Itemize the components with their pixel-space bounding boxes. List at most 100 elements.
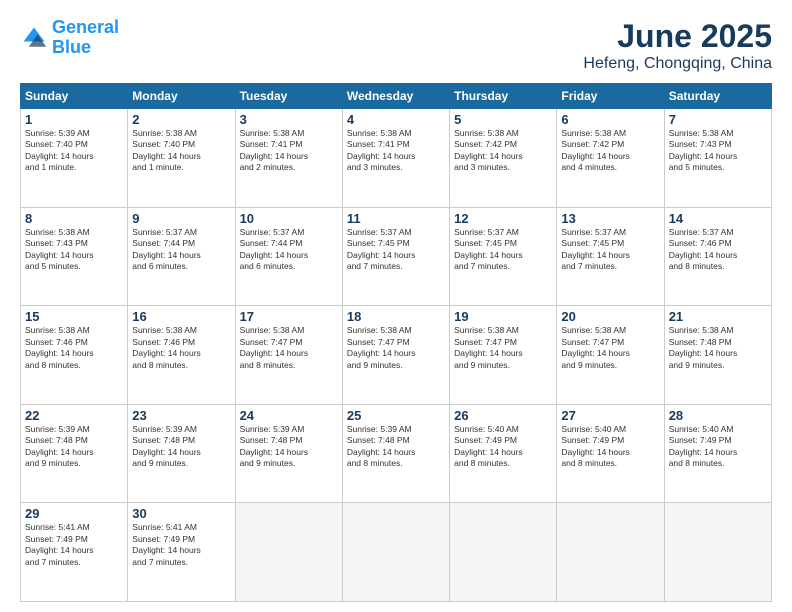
calendar-subtitle: Hefeng, Chongqing, China xyxy=(583,55,772,73)
day-number: 3 xyxy=(240,112,338,127)
day-info: Sunrise: 5:38 AMSunset: 7:46 PMDaylight:… xyxy=(132,325,230,371)
day-number: 23 xyxy=(132,408,230,423)
table-row: 18Sunrise: 5:38 AMSunset: 7:47 PMDayligh… xyxy=(342,306,449,405)
calendar-week-row: 29Sunrise: 5:41 AMSunset: 7:49 PMDayligh… xyxy=(21,503,772,602)
day-number: 18 xyxy=(347,309,445,324)
day-number: 4 xyxy=(347,112,445,127)
day-info: Sunrise: 5:38 AMSunset: 7:40 PMDaylight:… xyxy=(132,128,230,174)
table-row: 27Sunrise: 5:40 AMSunset: 7:49 PMDayligh… xyxy=(557,404,664,503)
table-row: 4Sunrise: 5:38 AMSunset: 7:41 PMDaylight… xyxy=(342,109,449,208)
table-row: 21Sunrise: 5:38 AMSunset: 7:48 PMDayligh… xyxy=(664,306,771,405)
table-row: 8Sunrise: 5:38 AMSunset: 7:43 PMDaylight… xyxy=(21,207,128,306)
table-row xyxy=(450,503,557,602)
day-info: Sunrise: 5:38 AMSunset: 7:47 PMDaylight:… xyxy=(454,325,552,371)
day-info: Sunrise: 5:37 AMSunset: 7:44 PMDaylight:… xyxy=(132,227,230,273)
logo: GeneralBlue xyxy=(20,18,119,58)
table-row: 20Sunrise: 5:38 AMSunset: 7:47 PMDayligh… xyxy=(557,306,664,405)
day-info: Sunrise: 5:39 AMSunset: 7:48 PMDaylight:… xyxy=(347,424,445,470)
day-number: 21 xyxy=(669,309,767,324)
table-row: 12Sunrise: 5:37 AMSunset: 7:45 PMDayligh… xyxy=(450,207,557,306)
day-info: Sunrise: 5:38 AMSunset: 7:47 PMDaylight:… xyxy=(561,325,659,371)
table-row xyxy=(342,503,449,602)
table-row xyxy=(235,503,342,602)
table-row: 16Sunrise: 5:38 AMSunset: 7:46 PMDayligh… xyxy=(128,306,235,405)
day-number: 22 xyxy=(25,408,123,423)
table-row xyxy=(664,503,771,602)
calendar-week-row: 8Sunrise: 5:38 AMSunset: 7:43 PMDaylight… xyxy=(21,207,772,306)
day-number: 30 xyxy=(132,506,230,521)
day-info: Sunrise: 5:37 AMSunset: 7:45 PMDaylight:… xyxy=(561,227,659,273)
day-number: 27 xyxy=(561,408,659,423)
day-info: Sunrise: 5:38 AMSunset: 7:43 PMDaylight:… xyxy=(25,227,123,273)
header-tuesday: Tuesday xyxy=(235,84,342,109)
table-row: 29Sunrise: 5:41 AMSunset: 7:49 PMDayligh… xyxy=(21,503,128,602)
table-row: 9Sunrise: 5:37 AMSunset: 7:44 PMDaylight… xyxy=(128,207,235,306)
table-row: 7Sunrise: 5:38 AMSunset: 7:43 PMDaylight… xyxy=(664,109,771,208)
header-friday: Friday xyxy=(557,84,664,109)
day-info: Sunrise: 5:38 AMSunset: 7:42 PMDaylight:… xyxy=(561,128,659,174)
table-row: 28Sunrise: 5:40 AMSunset: 7:49 PMDayligh… xyxy=(664,404,771,503)
header-wednesday: Wednesday xyxy=(342,84,449,109)
day-info: Sunrise: 5:40 AMSunset: 7:49 PMDaylight:… xyxy=(454,424,552,470)
day-info: Sunrise: 5:38 AMSunset: 7:43 PMDaylight:… xyxy=(669,128,767,174)
calendar-week-row: 1Sunrise: 5:39 AMSunset: 7:40 PMDaylight… xyxy=(21,109,772,208)
day-info: Sunrise: 5:37 AMSunset: 7:45 PMDaylight:… xyxy=(454,227,552,273)
weekday-header-row: Sunday Monday Tuesday Wednesday Thursday… xyxy=(21,84,772,109)
calendar-week-row: 15Sunrise: 5:38 AMSunset: 7:46 PMDayligh… xyxy=(21,306,772,405)
day-number: 13 xyxy=(561,211,659,226)
header-monday: Monday xyxy=(128,84,235,109)
day-info: Sunrise: 5:37 AMSunset: 7:45 PMDaylight:… xyxy=(347,227,445,273)
day-info: Sunrise: 5:38 AMSunset: 7:41 PMDaylight:… xyxy=(240,128,338,174)
header-thursday: Thursday xyxy=(450,84,557,109)
day-info: Sunrise: 5:37 AMSunset: 7:44 PMDaylight:… xyxy=(240,227,338,273)
table-row: 24Sunrise: 5:39 AMSunset: 7:48 PMDayligh… xyxy=(235,404,342,503)
day-number: 5 xyxy=(454,112,552,127)
table-row: 30Sunrise: 5:41 AMSunset: 7:49 PMDayligh… xyxy=(128,503,235,602)
table-row: 11Sunrise: 5:37 AMSunset: 7:45 PMDayligh… xyxy=(342,207,449,306)
day-number: 7 xyxy=(669,112,767,127)
day-info: Sunrise: 5:39 AMSunset: 7:48 PMDaylight:… xyxy=(25,424,123,470)
day-info: Sunrise: 5:40 AMSunset: 7:49 PMDaylight:… xyxy=(561,424,659,470)
logo-text: GeneralBlue xyxy=(52,18,119,58)
logo-icon xyxy=(20,24,48,52)
day-number: 28 xyxy=(669,408,767,423)
day-number: 14 xyxy=(669,211,767,226)
day-number: 15 xyxy=(25,309,123,324)
calendar-table: Sunday Monday Tuesday Wednesday Thursday… xyxy=(20,83,772,602)
day-number: 12 xyxy=(454,211,552,226)
day-info: Sunrise: 5:38 AMSunset: 7:48 PMDaylight:… xyxy=(669,325,767,371)
title-block: June 2025 Hefeng, Chongqing, China xyxy=(583,18,772,73)
day-info: Sunrise: 5:39 AMSunset: 7:48 PMDaylight:… xyxy=(132,424,230,470)
day-info: Sunrise: 5:38 AMSunset: 7:47 PMDaylight:… xyxy=(347,325,445,371)
day-number: 8 xyxy=(25,211,123,226)
day-info: Sunrise: 5:38 AMSunset: 7:41 PMDaylight:… xyxy=(347,128,445,174)
day-info: Sunrise: 5:40 AMSunset: 7:49 PMDaylight:… xyxy=(669,424,767,470)
day-number: 26 xyxy=(454,408,552,423)
day-number: 19 xyxy=(454,309,552,324)
day-info: Sunrise: 5:41 AMSunset: 7:49 PMDaylight:… xyxy=(132,522,230,568)
day-info: Sunrise: 5:41 AMSunset: 7:49 PMDaylight:… xyxy=(25,522,123,568)
table-row: 17Sunrise: 5:38 AMSunset: 7:47 PMDayligh… xyxy=(235,306,342,405)
table-row: 5Sunrise: 5:38 AMSunset: 7:42 PMDaylight… xyxy=(450,109,557,208)
day-number: 1 xyxy=(25,112,123,127)
table-row: 3Sunrise: 5:38 AMSunset: 7:41 PMDaylight… xyxy=(235,109,342,208)
header: GeneralBlue June 2025 Hefeng, Chongqing,… xyxy=(20,18,772,73)
header-sunday: Sunday xyxy=(21,84,128,109)
day-number: 16 xyxy=(132,309,230,324)
day-number: 9 xyxy=(132,211,230,226)
day-number: 2 xyxy=(132,112,230,127)
calendar-week-row: 22Sunrise: 5:39 AMSunset: 7:48 PMDayligh… xyxy=(21,404,772,503)
day-number: 17 xyxy=(240,309,338,324)
calendar-title: June 2025 xyxy=(583,18,772,55)
day-info: Sunrise: 5:38 AMSunset: 7:46 PMDaylight:… xyxy=(25,325,123,371)
table-row: 19Sunrise: 5:38 AMSunset: 7:47 PMDayligh… xyxy=(450,306,557,405)
day-info: Sunrise: 5:37 AMSunset: 7:46 PMDaylight:… xyxy=(669,227,767,273)
table-row: 15Sunrise: 5:38 AMSunset: 7:46 PMDayligh… xyxy=(21,306,128,405)
day-number: 10 xyxy=(240,211,338,226)
page: GeneralBlue June 2025 Hefeng, Chongqing,… xyxy=(0,0,792,612)
table-row: 25Sunrise: 5:39 AMSunset: 7:48 PMDayligh… xyxy=(342,404,449,503)
table-row: 23Sunrise: 5:39 AMSunset: 7:48 PMDayligh… xyxy=(128,404,235,503)
day-number: 24 xyxy=(240,408,338,423)
day-info: Sunrise: 5:39 AMSunset: 7:48 PMDaylight:… xyxy=(240,424,338,470)
table-row xyxy=(557,503,664,602)
